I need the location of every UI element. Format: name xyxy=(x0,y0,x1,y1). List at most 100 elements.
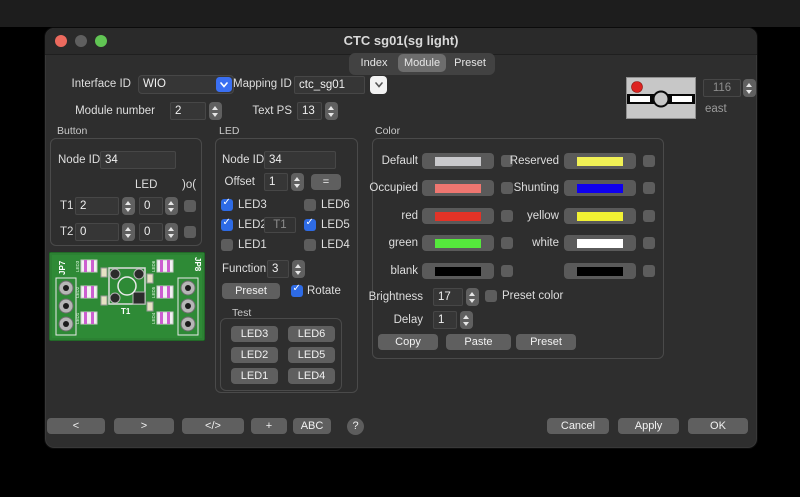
module-number-field[interactable]: 2 xyxy=(170,102,206,120)
delay-field[interactable]: 1 xyxy=(433,311,457,329)
button-t1-value-field[interactable]: 2 xyxy=(75,197,119,215)
tab-preset[interactable]: Preset xyxy=(446,54,494,72)
led-preset-button[interactable]: Preset xyxy=(222,283,280,299)
title-bar[interactable]: CTC sg01(sg light) xyxy=(45,28,757,55)
cancel-button[interactable]: Cancel xyxy=(547,418,609,434)
color-blank-well[interactable] xyxy=(422,263,494,279)
signal-number-stepper[interactable] xyxy=(743,79,756,97)
interface-id-value: WIO xyxy=(143,78,166,90)
color-blank-label: blank xyxy=(374,262,418,280)
tab-index[interactable]: Index xyxy=(350,54,398,72)
close-button[interactable] xyxy=(55,35,67,47)
color-yellow-checkbox[interactable] xyxy=(643,210,655,222)
apply-button[interactable]: Apply xyxy=(618,418,679,434)
button-t2-checkbox[interactable] xyxy=(184,226,196,238)
led-offset-stepper[interactable] xyxy=(291,173,304,191)
text-ps-field[interactable]: 13 xyxy=(297,102,322,120)
tab-module[interactable]: Module xyxy=(398,54,446,72)
led-function-stepper[interactable] xyxy=(292,260,305,278)
minimize-button[interactable] xyxy=(75,35,87,47)
led6-checkbox[interactable] xyxy=(304,199,316,211)
color-blank2-well[interactable] xyxy=(564,263,636,279)
popup-chevron-icon xyxy=(216,77,232,92)
pcb-t1-label: T1 xyxy=(121,307,131,316)
color-shunting-checkbox[interactable] xyxy=(643,182,655,194)
mapping-id-field[interactable]: ctc_sg01 xyxy=(294,76,365,94)
preset-button[interactable]: Preset xyxy=(516,334,576,350)
test-led1-button[interactable]: LED1 xyxy=(231,368,278,384)
color-reserved-swatch xyxy=(577,157,623,166)
interface-id-popup[interactable]: WIO xyxy=(138,75,234,94)
color-white-swatch xyxy=(577,239,623,248)
led5-label: LED5 xyxy=(321,216,350,234)
color-occupied-label: Occupied xyxy=(362,179,418,197)
signal-preview xyxy=(626,77,696,119)
rotate-checkbox[interactable] xyxy=(291,285,303,297)
button-row-t1-label: T1 xyxy=(60,197,73,215)
button-t2-led-field[interactable]: 0 xyxy=(139,223,163,241)
led-node-id-field[interactable]: 34 xyxy=(264,151,336,169)
svg-text:LED4: LED4 xyxy=(151,312,156,324)
color-blank2-checkbox[interactable] xyxy=(643,265,655,277)
test-led6-button[interactable]: LED6 xyxy=(288,326,335,342)
led1-label: LED1 xyxy=(238,236,267,254)
led5-checkbox[interactable] xyxy=(304,219,316,231)
module-number-stepper[interactable] xyxy=(209,102,222,120)
code-button[interactable]: </> xyxy=(182,418,244,434)
color-shunting-well[interactable] xyxy=(564,180,636,196)
add-button[interactable]: + xyxy=(251,418,287,434)
test-led5-button[interactable]: LED5 xyxy=(288,347,335,363)
button-node-id-field[interactable]: 34 xyxy=(100,151,176,169)
led1-checkbox[interactable] xyxy=(221,239,233,251)
paste-button[interactable]: Paste xyxy=(446,334,511,350)
color-blank-checkbox[interactable] xyxy=(501,265,513,277)
button-t2-led-stepper[interactable] xyxy=(165,223,178,241)
led3-checkbox[interactable] xyxy=(221,199,233,211)
led4-checkbox[interactable] xyxy=(304,239,316,251)
nav-prev-button[interactable]: < xyxy=(47,418,105,434)
button-led-column-header: LED xyxy=(135,176,157,194)
color-occupied-well[interactable] xyxy=(422,180,494,196)
color-yellow-well[interactable] xyxy=(564,208,636,224)
test-led4-button[interactable]: LED4 xyxy=(288,368,335,384)
color-reserved-well[interactable] xyxy=(564,153,636,169)
text-ps-stepper[interactable] xyxy=(325,102,338,120)
color-white-well[interactable] xyxy=(564,235,636,251)
led-offset-field[interactable]: 1 xyxy=(264,173,288,191)
abc-button[interactable]: ABC xyxy=(293,418,331,434)
color-white-checkbox[interactable] xyxy=(643,237,655,249)
brightness-field[interactable]: 17 xyxy=(433,288,463,306)
button-t1-checkbox[interactable] xyxy=(184,200,196,212)
led-equals-button[interactable]: = xyxy=(311,174,341,190)
ok-button[interactable]: OK xyxy=(688,418,748,434)
tab-bar: Index Module Preset xyxy=(349,53,495,75)
nav-next-button[interactable]: > xyxy=(114,418,174,434)
color-red-label: red xyxy=(374,207,418,225)
button-t1-led-stepper[interactable] xyxy=(165,197,178,215)
zoom-button[interactable] xyxy=(95,35,107,47)
button-t1-value-stepper[interactable] xyxy=(122,197,135,215)
mapping-id-dropdown-button[interactable] xyxy=(370,76,387,94)
copy-button[interactable]: Copy xyxy=(378,334,438,350)
svg-text:LED6: LED6 xyxy=(151,260,156,272)
button-t1-led-field[interactable]: 0 xyxy=(139,197,163,215)
test-led3-button[interactable]: LED3 xyxy=(231,326,278,342)
color-green-well[interactable] xyxy=(422,235,494,251)
button-t2-value-field[interactable]: 0 xyxy=(75,223,119,241)
preset-color-label: Preset color xyxy=(502,287,563,305)
led-function-field[interactable]: 3 xyxy=(267,260,289,278)
led2-checkbox[interactable] xyxy=(221,219,233,231)
preset-color-checkbox[interactable] xyxy=(485,290,497,302)
color-yellow-swatch xyxy=(577,212,623,221)
color-reserved-checkbox[interactable] xyxy=(643,155,655,167)
button-t2-value-stepper[interactable] xyxy=(122,223,135,241)
button-node-id-label: Node ID xyxy=(58,151,100,169)
brightness-stepper[interactable] xyxy=(466,288,479,306)
help-button[interactable]: ? xyxy=(347,418,364,435)
color-default-swatch xyxy=(435,157,481,166)
color-red-well[interactable] xyxy=(422,208,494,224)
delay-stepper[interactable] xyxy=(460,311,473,329)
test-led2-button[interactable]: LED2 xyxy=(231,347,278,363)
color-default-well[interactable] xyxy=(422,153,494,169)
svg-text:LED3: LED3 xyxy=(75,260,80,272)
